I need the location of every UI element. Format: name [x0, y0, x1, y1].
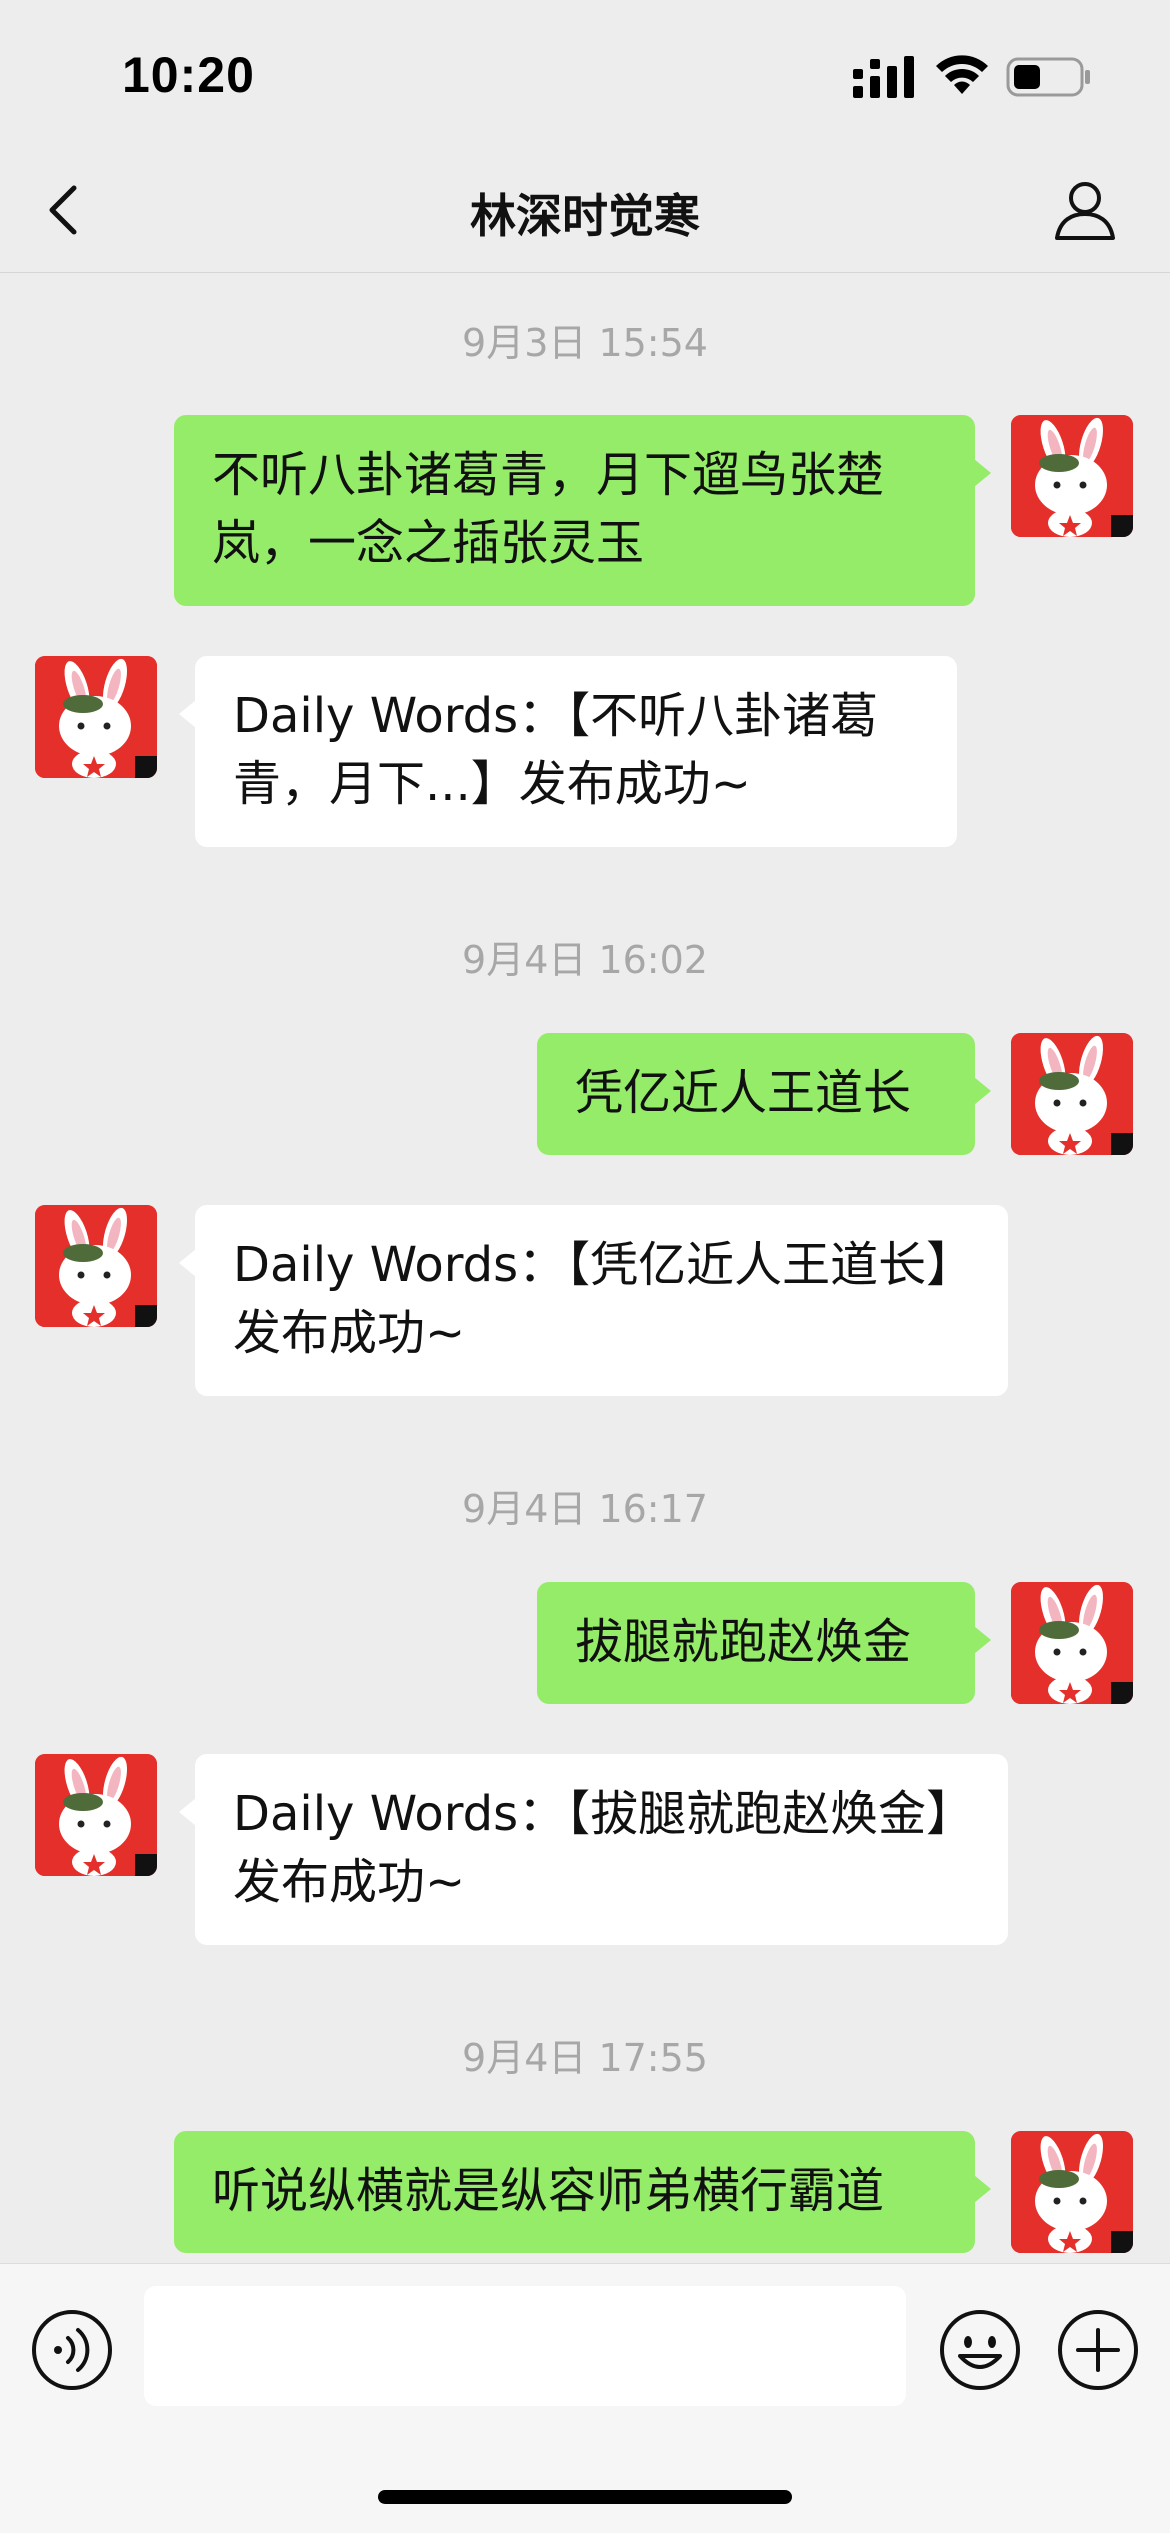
- voice-icon[interactable]: [30, 2308, 114, 2392]
- status-bar: 10:20: [0, 0, 1170, 150]
- outgoing-message-bubble[interactable]: 凭亿近人王道长: [537, 1033, 991, 1155]
- cellular-signal-icon: [853, 56, 914, 98]
- my-avatar[interactable]: [1011, 415, 1133, 537]
- rabbit-avatar-icon: [1011, 1582, 1133, 1704]
- message-timestamp: 9月4日 17:55: [462, 2036, 708, 2080]
- chat-title: 林深时觉寒: [470, 189, 700, 243]
- incoming-message-bubble[interactable]: Daily Words：【凭亿近人王道长】发布成功~: [179, 1205, 1008, 1396]
- my-avatar[interactable]: [1011, 2131, 1133, 2253]
- incoming-message-bubble[interactable]: Daily Words：【拔腿就跑赵焕金】发布成功~: [179, 1754, 1008, 1945]
- rabbit-avatar-icon: [1011, 415, 1133, 537]
- contact-avatar[interactable]: [35, 1205, 157, 1327]
- rabbit-avatar-icon: [35, 1754, 157, 1876]
- chat-header: 林深时觉寒: [0, 150, 1170, 273]
- my-avatar[interactable]: [1011, 1582, 1133, 1704]
- rabbit-avatar-icon: [35, 1205, 157, 1327]
- outgoing-message-bubble[interactable]: 不听八卦诸葛青，月下遛鸟张楚岚，一念之插张灵玉: [174, 415, 991, 606]
- rabbit-avatar-icon: [1011, 2131, 1133, 2253]
- contact-avatar[interactable]: [35, 656, 157, 778]
- incoming-message-bubble[interactable]: Daily Words：【不听八卦诸葛青，月下...】发布成功~: [179, 656, 957, 847]
- emoji-icon[interactable]: [938, 2308, 1022, 2392]
- message-input[interactable]: [144, 2286, 906, 2406]
- battery-icon: [1006, 57, 1090, 97]
- status-time: 10:20: [122, 47, 255, 103]
- message-timestamp: 9月3日 15:54: [462, 321, 708, 365]
- chat-messages[interactable]: 9月3日 15:54 不听八卦诸葛青，月下遛鸟张楚岚，一念之插张灵玉 Daily…: [0, 273, 1170, 2263]
- home-indicator[interactable]: [378, 2490, 792, 2504]
- rabbit-avatar-icon: [1011, 1033, 1133, 1155]
- wifi-icon: [936, 55, 988, 94]
- outgoing-message-bubble[interactable]: 拔腿就跑赵焕金: [537, 1582, 991, 1704]
- my-avatar[interactable]: [1011, 1033, 1133, 1155]
- person-icon[interactable]: [1052, 176, 1118, 242]
- rabbit-avatar-icon: [35, 656, 157, 778]
- message-timestamp: 9月4日 16:17: [462, 1487, 708, 1531]
- plus-icon[interactable]: [1056, 2308, 1140, 2392]
- outgoing-message-bubble[interactable]: 听说纵横就是纵容师弟横行霸道: [174, 2131, 991, 2253]
- contact-avatar[interactable]: [35, 1754, 157, 1876]
- message-timestamp: 9月4日 16:02: [462, 938, 708, 982]
